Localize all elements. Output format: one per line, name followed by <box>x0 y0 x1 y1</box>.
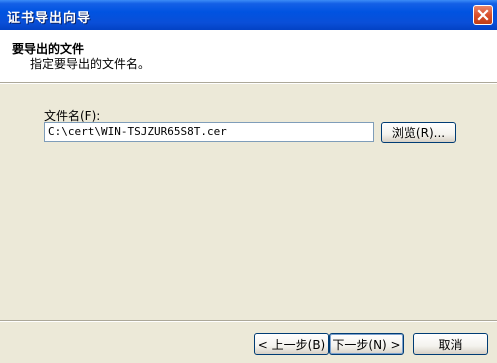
header-divider <box>0 82 497 84</box>
file-name-input[interactable]: C:\cert\WIN-TSJZUR65S8T.cer <box>44 122 374 142</box>
close-icon <box>477 9 489 21</box>
window-title: 证书导出向导 <box>7 11 92 26</box>
next-button[interactable]: 下一步(N) > <box>329 333 404 355</box>
wizard-header: 要导出的文件 指定要导出的文件名。 <box>0 30 497 82</box>
browse-button[interactable]: 浏览(R)... <box>381 122 456 143</box>
footer-divider <box>0 320 497 322</box>
title-bar[interactable]: 证书导出向导 <box>0 0 497 30</box>
back-button[interactable]: < 上一步(B) <box>254 333 329 355</box>
certificate-export-wizard-window: 证书导出向导 要导出的文件 指定要导出的文件名。 文件名(F): C:\cert… <box>0 0 497 363</box>
page-subtitle: 指定要导出的文件名。 <box>30 57 151 71</box>
cancel-button[interactable]: 取消 <box>413 333 488 355</box>
close-button[interactable] <box>473 5 493 25</box>
